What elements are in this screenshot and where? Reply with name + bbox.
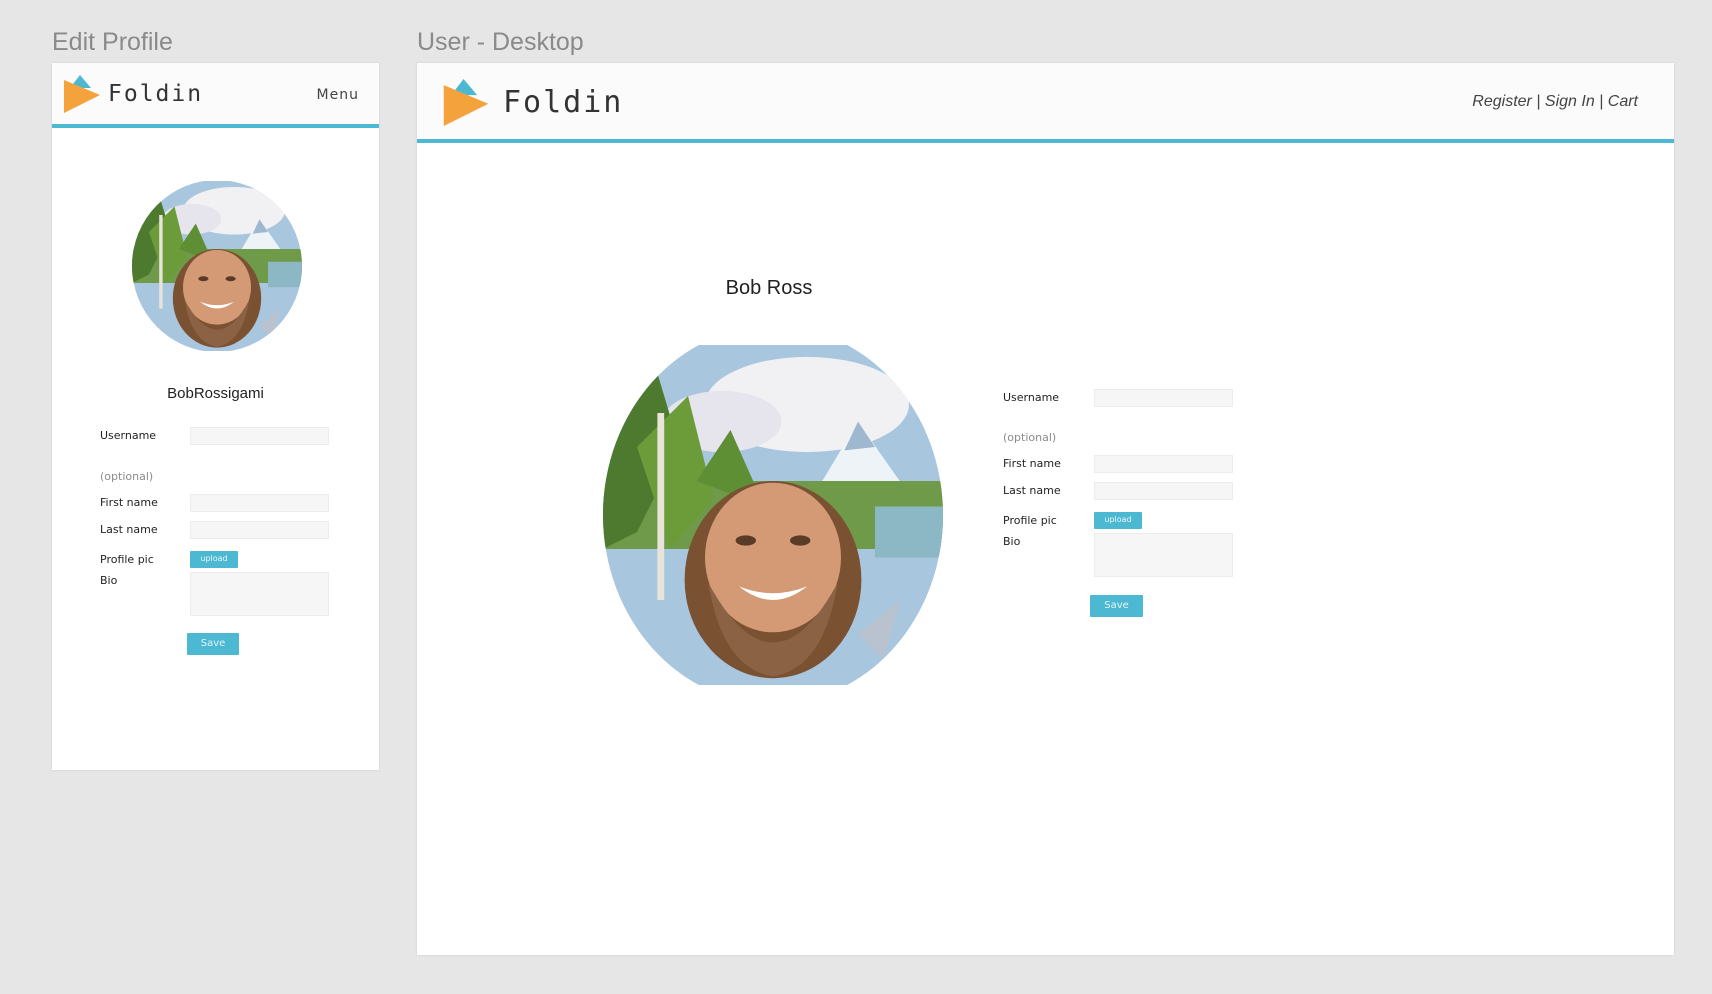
upload-button[interactable]: upload [190, 551, 238, 568]
desktop-artboard: Foldin Register | Sign In | Cart Bob Ros… [417, 63, 1674, 955]
avatar [603, 326, 943, 704]
foldin-logo-icon [64, 75, 100, 113]
register-link[interactable]: Register [1472, 93, 1532, 110]
avatar [132, 180, 302, 352]
display-name: Bob Ross [725, 277, 813, 299]
header-accent-rule [52, 124, 379, 128]
cart-link[interactable]: Cart [1608, 93, 1638, 110]
mobile-frame-title: Edit Profile [52, 28, 173, 56]
bio-label: Bio [100, 574, 118, 587]
save-button[interactable]: Save [187, 633, 239, 655]
sign-in-link[interactable]: Sign In [1545, 93, 1595, 110]
first-name-field[interactable] [1094, 455, 1233, 473]
last-name-label: Last name [1003, 484, 1061, 497]
upload-button[interactable]: upload [1094, 512, 1142, 529]
username-field[interactable] [190, 427, 329, 445]
desktop-header: Foldin Register | Sign In | Cart [417, 63, 1674, 143]
brand-wordmark: Foldin [503, 85, 624, 120]
top-nav: Register | Sign In | Cart [1472, 93, 1638, 111]
logo[interactable]: Foldin [441, 79, 623, 126]
foldin-logo-icon [443, 79, 489, 126]
save-button[interactable]: Save [1090, 595, 1143, 617]
first-name-label: First name [100, 496, 158, 509]
username-field[interactable] [1094, 389, 1233, 407]
brand-wordmark: Foldin [108, 81, 204, 107]
logo[interactable]: Foldin [62, 75, 203, 113]
username-label: Username [100, 429, 157, 442]
nav-separator: | [1594, 93, 1608, 110]
optional-label: (optional) [1003, 431, 1057, 444]
profile-pic-label: Profile pic [100, 553, 154, 566]
menu-link[interactable]: Menu [317, 87, 359, 103]
edit-profile-form: Username (optional) First name Last name… [1003, 388, 1263, 708]
edit-profile-form: Username (optional) First name Last name… [100, 425, 340, 745]
mobile-header: Foldin Menu [52, 63, 379, 128]
bio-field[interactable] [190, 572, 329, 616]
first-name-label: First name [1003, 457, 1061, 470]
bio-label: Bio [1003, 535, 1021, 548]
last-name-label: Last name [100, 523, 158, 536]
mobile-artboard: Foldin Menu BobRossigami Username (optio… [52, 63, 379, 770]
username-label: Username [1003, 391, 1060, 404]
header-accent-rule [417, 139, 1674, 143]
last-name-field[interactable] [1094, 482, 1233, 500]
nav-separator: | [1531, 93, 1545, 110]
bio-field[interactable] [1094, 533, 1233, 577]
profile-pic-label: Profile pic [1003, 514, 1057, 527]
optional-label: (optional) [100, 470, 154, 483]
last-name-field[interactable] [190, 521, 329, 539]
display-name: BobRossigami [167, 385, 264, 402]
desktop-frame-title: User - Desktop [417, 28, 584, 56]
first-name-field[interactable] [190, 494, 329, 512]
